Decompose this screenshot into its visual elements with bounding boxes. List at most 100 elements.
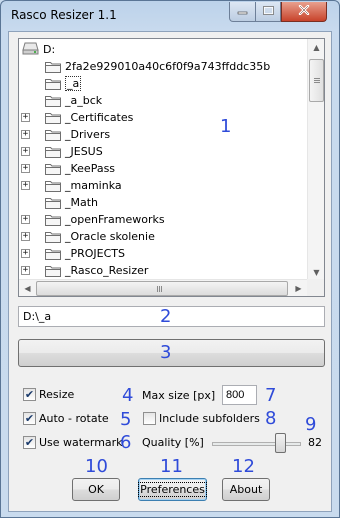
- annotation-5: 5: [120, 409, 132, 430]
- resize-checkbox[interactable]: ✔: [23, 388, 36, 401]
- app-window: Rasco Resizer 1.1 D: 2fa2e929010a40c6f0f…: [0, 0, 340, 518]
- annotation-11: 11: [160, 456, 183, 477]
- folder-icon: [45, 265, 61, 277]
- maximize-icon: [262, 5, 274, 18]
- annotation-6: 6: [120, 432, 132, 453]
- minimize-icon: [237, 5, 248, 18]
- max-size-label: Max size [px]: [142, 389, 216, 402]
- auto-rotate-checkbox[interactable]: ✔: [23, 412, 36, 425]
- tree-item[interactable]: + _Drivers: [21, 126, 110, 143]
- tree-root[interactable]: D:: [22, 41, 55, 58]
- folder-icon: [45, 129, 61, 141]
- include-subfolders-option[interactable]: Include subfolders: [143, 412, 260, 425]
- quality-label: Quality [%]: [142, 436, 204, 449]
- expand-toggle[interactable]: +: [21, 266, 30, 275]
- tree-item-label: _Rasco_Resizer: [65, 264, 149, 277]
- about-button[interactable]: About: [222, 478, 270, 501]
- maximize-button[interactable]: [255, 2, 281, 22]
- folder-icon: [45, 214, 61, 226]
- max-size-input[interactable]: [222, 385, 257, 405]
- folder-icon: [45, 231, 61, 243]
- folder-icon: [45, 146, 61, 158]
- tree-item-label: 2fa2e929010a40c6f0f9a743ffddc35b: [65, 60, 271, 73]
- close-icon: [298, 4, 310, 18]
- minimize-button[interactable]: [229, 2, 256, 22]
- window-title: Rasco Resizer 1.1: [11, 8, 117, 22]
- expand-toggle[interactable]: +: [21, 249, 30, 258]
- client-area: D: 2fa2e929010a40c6f0f9a743ffddc35b _a _a_…: [8, 31, 332, 512]
- include-subfolders-checkbox[interactable]: [143, 412, 156, 425]
- path-field[interactable]: [18, 306, 325, 327]
- folder-icon: [45, 112, 61, 124]
- scroll-up-arrow[interactable]: ▲: [308, 39, 324, 56]
- use-watermark-option[interactable]: ✔ Use watermark: [23, 436, 123, 449]
- use-watermark-checkbox[interactable]: ✔: [23, 436, 36, 449]
- annotation-8: 8: [265, 408, 277, 429]
- resize-label: Resize: [39, 388, 75, 401]
- tree-item[interactable]: + _JESUS: [21, 143, 103, 160]
- folder-icon: [45, 78, 61, 90]
- expand-toggle[interactable]: +: [21, 147, 30, 156]
- tree-horizontal-scrollbar[interactable]: ◀ ▶: [19, 279, 307, 296]
- annotation-2: 2: [160, 306, 172, 327]
- tree-item[interactable]: _a: [21, 75, 82, 92]
- tree-item-label: _Drivers: [65, 128, 111, 141]
- annotation-4: 4: [122, 385, 134, 406]
- tree-vertical-scrollbar[interactable]: ▲ ▼: [307, 39, 324, 281]
- tree-item-label: _PROJECTS: [65, 247, 126, 260]
- tree-item-label: _maminka: [65, 179, 122, 192]
- tree-item[interactable]: _Math: [21, 194, 98, 211]
- vertical-scroll-thumb[interactable]: [309, 59, 324, 102]
- quality-slider-thumb[interactable]: [275, 433, 286, 453]
- ok-button[interactable]: OK: [72, 478, 120, 501]
- annotation-1: 1: [220, 116, 232, 137]
- scroll-left-arrow[interactable]: ◀: [19, 280, 36, 296]
- annotation-9: 9: [305, 414, 317, 435]
- quality-value: 82: [308, 436, 322, 449]
- tree-item-label: _a_bck: [65, 94, 103, 107]
- tree-item-label: _openFrameworks: [65, 213, 165, 226]
- title-bar[interactable]: Rasco Resizer 1.1: [1, 1, 339, 31]
- folder-tree[interactable]: D: 2fa2e929010a40c6f0f9a743ffddc35b _a _a_…: [18, 38, 325, 297]
- tree-item[interactable]: + _PROJECTS: [21, 245, 125, 262]
- tree-item-label: _a: [65, 76, 82, 91]
- tree-item[interactable]: + _openFrameworks: [21, 211, 165, 228]
- tree-item-label: _KeePass: [65, 162, 116, 175]
- folder-icon: [45, 248, 61, 260]
- drive-icon: [22, 41, 39, 58]
- folder-icon: [45, 61, 61, 73]
- expand-toggle[interactable]: +: [21, 215, 30, 224]
- resize-option[interactable]: ✔ Resize: [23, 388, 74, 401]
- expand-toggle[interactable]: +: [21, 181, 30, 190]
- auto-rotate-label: Auto - rotate: [39, 412, 109, 425]
- tree-item[interactable]: 2fa2e929010a40c6f0f9a743ffddc35b: [21, 58, 270, 75]
- auto-rotate-option[interactable]: ✔ Auto - rotate: [23, 412, 109, 425]
- tree-item[interactable]: + _Oracle skolenie: [21, 228, 155, 245]
- process-button[interactable]: [18, 339, 325, 367]
- quality-slider-track[interactable]: [212, 442, 301, 446]
- preferences-button[interactable]: Preferences: [138, 478, 207, 501]
- annotation-10: 10: [85, 456, 108, 477]
- tree-item[interactable]: + _Rasco_Resizer: [21, 262, 148, 279]
- tree-item-label: _Certificates: [65, 111, 134, 124]
- tree-item[interactable]: + _Certificates: [21, 109, 133, 126]
- expand-toggle[interactable]: +: [21, 130, 30, 139]
- horizontal-scroll-thumb[interactable]: [36, 281, 288, 296]
- expand-toggle[interactable]: +: [21, 164, 30, 173]
- tree-item[interactable]: + _maminka: [21, 177, 122, 194]
- scroll-right-arrow[interactable]: ▶: [290, 280, 307, 296]
- use-watermark-label: Use watermark: [39, 436, 123, 449]
- expand-toggle[interactable]: +: [21, 113, 30, 122]
- tree-item-label: _Oracle skolenie: [65, 230, 155, 243]
- folder-icon: [45, 180, 61, 192]
- tree-item-label: _Math: [65, 196, 99, 209]
- include-subfolders-label: Include subfolders: [159, 412, 260, 425]
- folder-icon: [45, 163, 61, 175]
- tree-item-label: _JESUS: [65, 145, 103, 158]
- tree-item[interactable]: _a_bck: [21, 92, 102, 109]
- tree-item[interactable]: + _KeePass: [21, 160, 115, 177]
- preferences-button-label: Preferences: [138, 482, 207, 497]
- annotation-12: 12: [232, 456, 255, 477]
- close-button[interactable]: [281, 2, 327, 22]
- expand-toggle[interactable]: +: [21, 232, 30, 241]
